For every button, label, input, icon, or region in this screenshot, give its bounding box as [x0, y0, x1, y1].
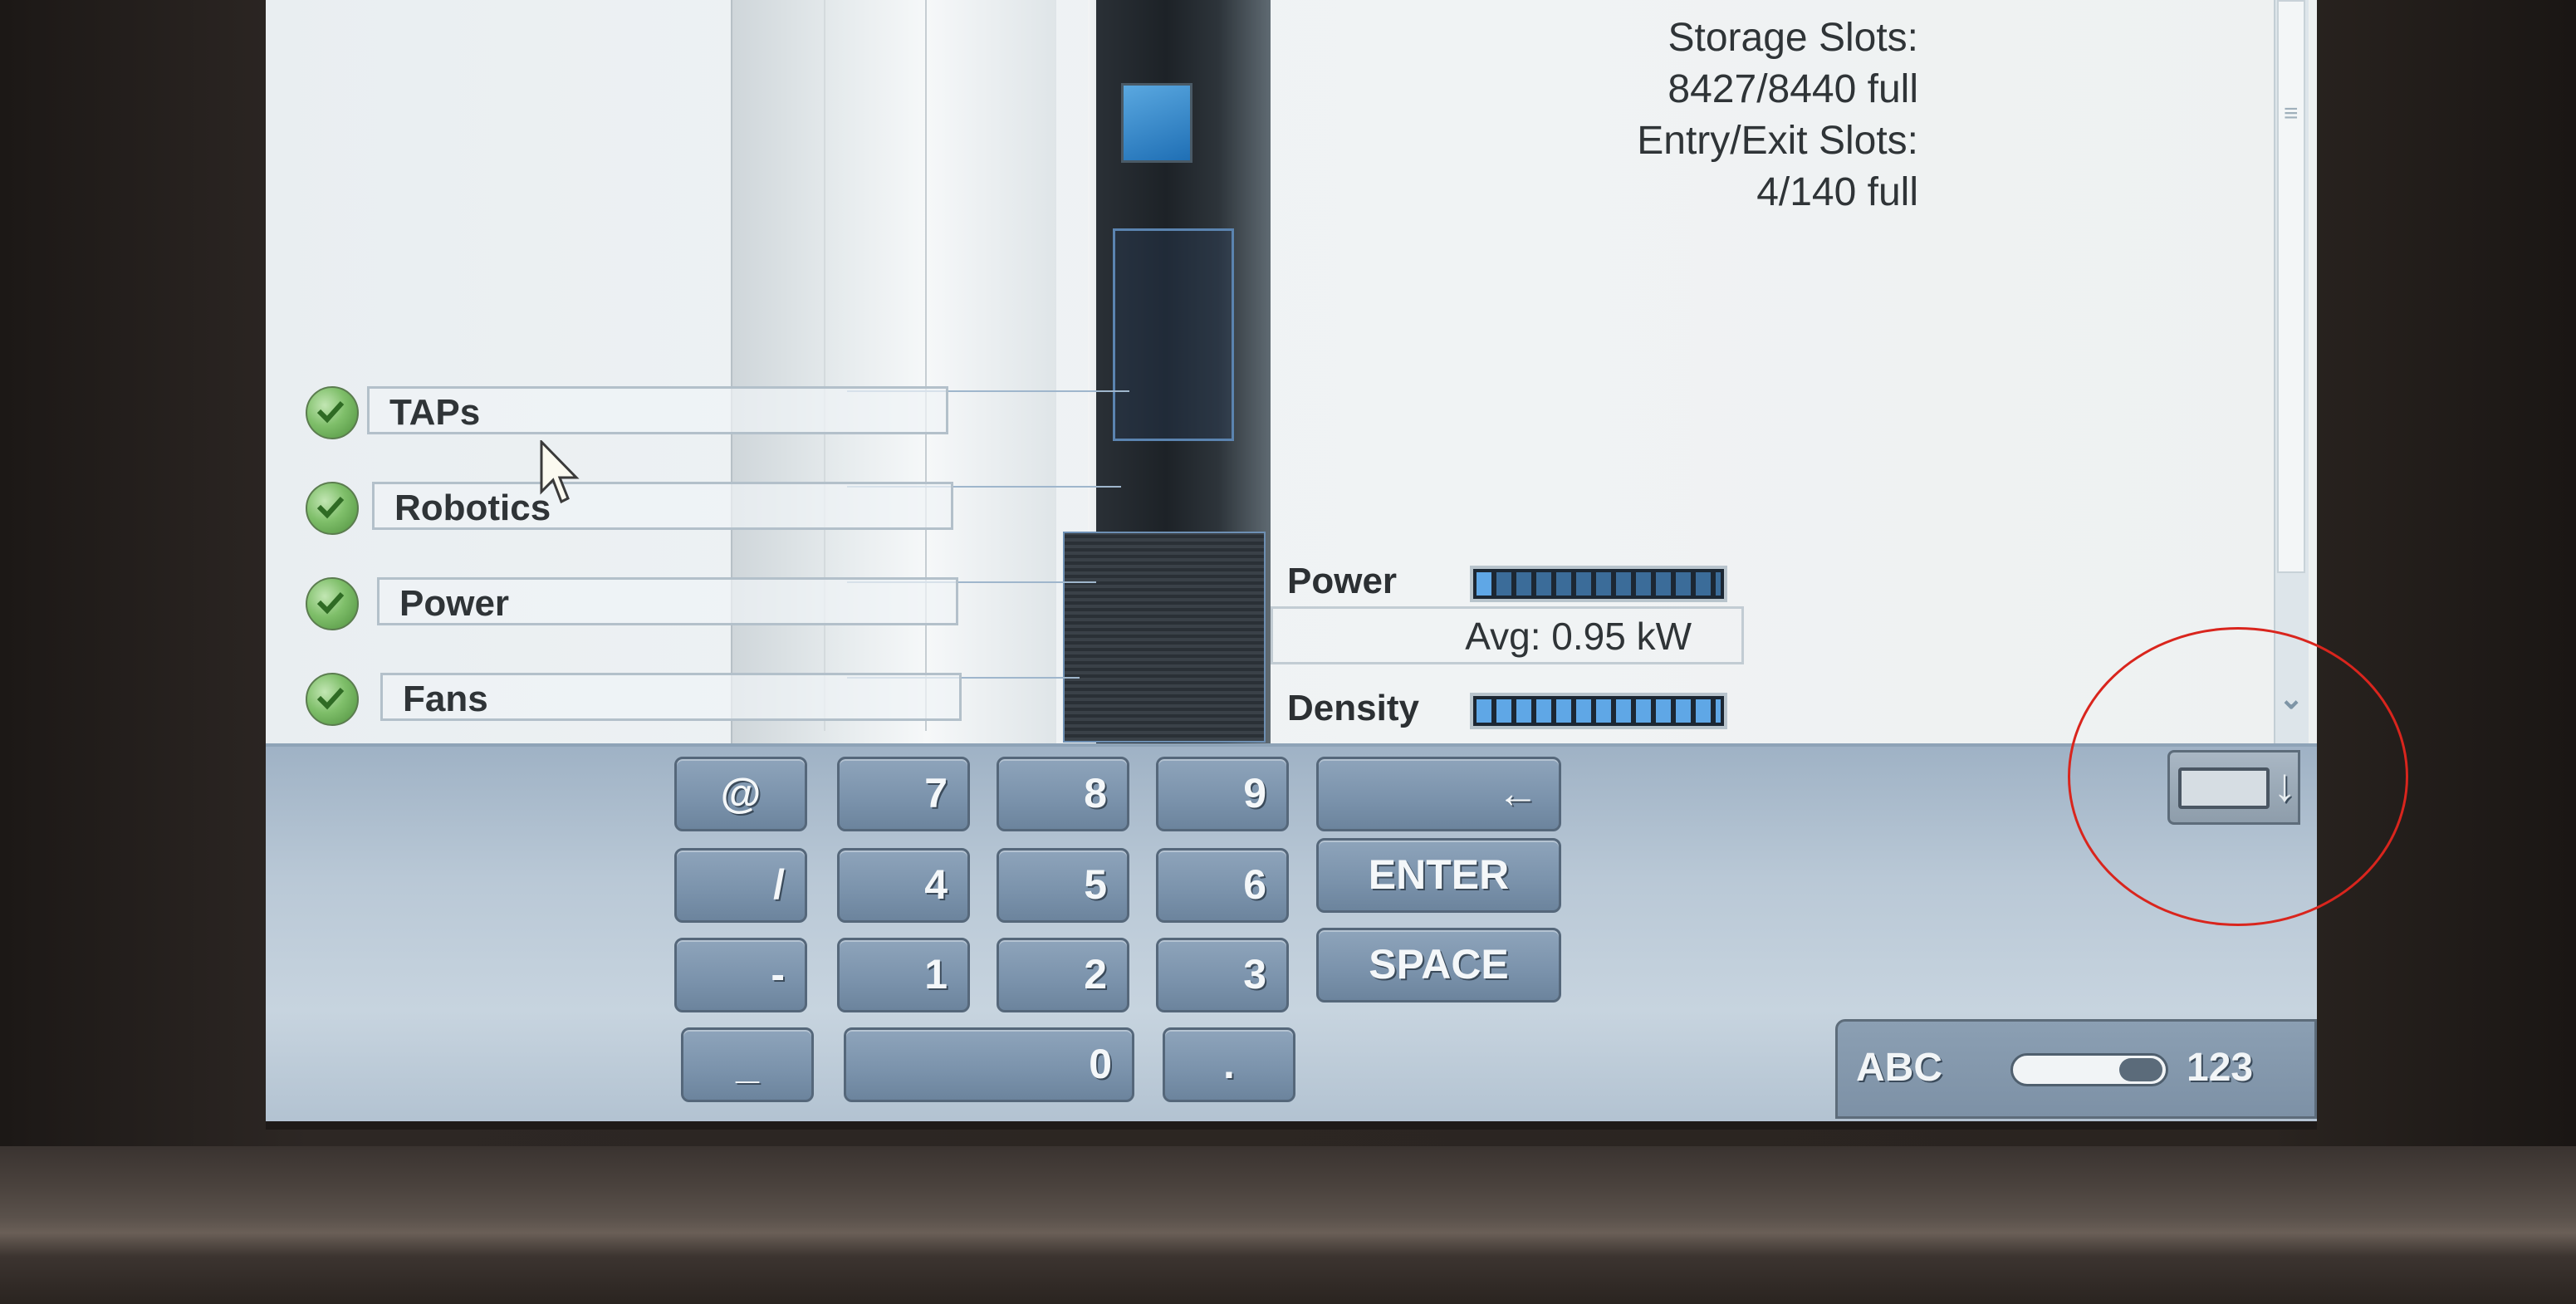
check-icon [306, 482, 359, 535]
power-meter-label: Power [1287, 561, 1398, 601]
key-slash[interactable]: / [674, 848, 807, 923]
key-period[interactable]: . [1163, 1027, 1295, 1102]
key-at[interactable]: @ [674, 757, 807, 831]
cabinet-slot [1113, 228, 1234, 441]
scrollbar-thumb[interactable] [2277, 0, 2305, 573]
subsystem-taps[interactable]: TAPs [306, 386, 970, 439]
key-2[interactable]: 2 [997, 938, 1129, 1012]
mouse-cursor-icon [540, 440, 580, 504]
density-meter-fill [1477, 699, 1721, 723]
subsystem-label[interactable]: TAPs [367, 386, 948, 434]
key-4[interactable]: 4 [837, 848, 970, 923]
power-meter: Power [1271, 561, 1744, 610]
subsystem-label[interactable]: Fans [380, 673, 962, 721]
key-6[interactable]: 6 [1156, 848, 1289, 923]
cabinet-display [1121, 83, 1193, 163]
entry-exit-slots-value: 4/140 full [1756, 170, 1918, 214]
cabinet-grille [1063, 532, 1266, 743]
key-5[interactable]: 5 [997, 848, 1129, 923]
subsystem-label[interactable]: Robotics [372, 482, 953, 530]
power-meter-bar [1470, 566, 1727, 602]
space-button[interactable]: SPACE [1316, 928, 1561, 1003]
check-icon [306, 577, 359, 630]
grip-icon: ≡ [2284, 100, 2299, 127]
library-status-panel: TAPs Robotics Power Fans Storage Slots: … [266, 0, 2317, 743]
check-icon [306, 673, 359, 726]
density-meter-bar [1470, 693, 1727, 729]
backspace-arrow-icon: ← [1497, 770, 1539, 816]
key-0[interactable]: 0 [844, 1027, 1134, 1102]
key-underscore[interactable]: _ [681, 1027, 814, 1102]
keyboard-mode-toggle[interactable]: ABC 123 [1835, 1019, 2317, 1119]
mode-switch[interactable] [2010, 1053, 2168, 1086]
key-3[interactable]: 3 [1156, 938, 1289, 1012]
subsystem-power[interactable]: Power [306, 577, 970, 630]
enter-button[interactable]: ENTER [1316, 838, 1561, 913]
key-8[interactable]: 8 [997, 757, 1129, 831]
mode-123-label[interactable]: 123 [2187, 1045, 2253, 1091]
entry-exit-slots-label: Entry/Exit Slots: [1637, 119, 1918, 163]
density-meter: Density [1271, 688, 1744, 738]
mode-abc-label[interactable]: ABC [1856, 1045, 1942, 1091]
check-icon [306, 386, 359, 439]
power-meter-fill [1477, 572, 1496, 596]
annotation-circle [2068, 627, 2408, 926]
backspace-button[interactable]: ← [1316, 757, 1561, 831]
monitor-bottom-frame [0, 1146, 2576, 1304]
key-7[interactable]: 7 [837, 757, 970, 831]
power-meter-empty [1496, 572, 1721, 596]
touch-screen: TAPs Robotics Power Fans Storage Slots: … [266, 0, 2317, 1130]
key-hyphen[interactable]: - [674, 938, 807, 1012]
storage-slots-value: 8427/8440 full [1668, 67, 1918, 111]
mode-switch-knob[interactable] [2119, 1058, 2162, 1081]
subsystem-fans[interactable]: Fans [306, 673, 970, 726]
storage-slots-label: Storage Slots: [1668, 16, 1919, 60]
key-9[interactable]: 9 [1156, 757, 1289, 831]
subsystem-label[interactable]: Power [377, 577, 958, 625]
density-meter-label: Density [1287, 688, 1419, 728]
key-1[interactable]: 1 [837, 938, 970, 1012]
library-cabinet-image [731, 0, 1056, 743]
subsystem-robotics[interactable]: Robotics [306, 482, 970, 535]
power-average: Avg: 0.95 kW [1271, 606, 1744, 664]
